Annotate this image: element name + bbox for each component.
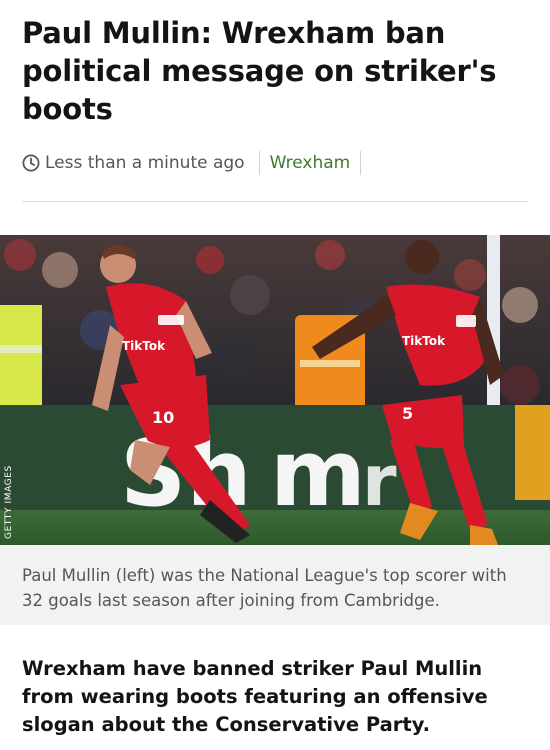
image-credit: GETTY IMAGES: [4, 465, 14, 539]
shirt-number-left: 10: [152, 408, 174, 427]
divider: [22, 201, 528, 202]
page-title: Paul Mullin: Wrexham ban political messa…: [22, 16, 497, 126]
article-lead: Wrexham have banned striker Paul Mullin …: [22, 657, 488, 736]
clock-icon: [22, 154, 40, 172]
meta-divider: [258, 151, 260, 175]
topic-link-wrexham[interactable]: Wrexham: [270, 153, 351, 173]
article-meta: Less than a minute ago Wrexham: [22, 148, 528, 178]
image-caption: Paul Mullin (left) was the National Leag…: [0, 545, 550, 625]
shirt-sponsor-right: TikTok: [402, 334, 446, 348]
timestamp: Less than a minute ago: [45, 153, 245, 173]
article-image: Sh m r TikTok 10: [0, 235, 550, 545]
meta-divider: [360, 151, 362, 175]
shirt-number-right: 5: [402, 404, 413, 423]
board-text-3: r: [362, 440, 397, 522]
shirt-sponsor-left: TikTok: [122, 339, 166, 353]
